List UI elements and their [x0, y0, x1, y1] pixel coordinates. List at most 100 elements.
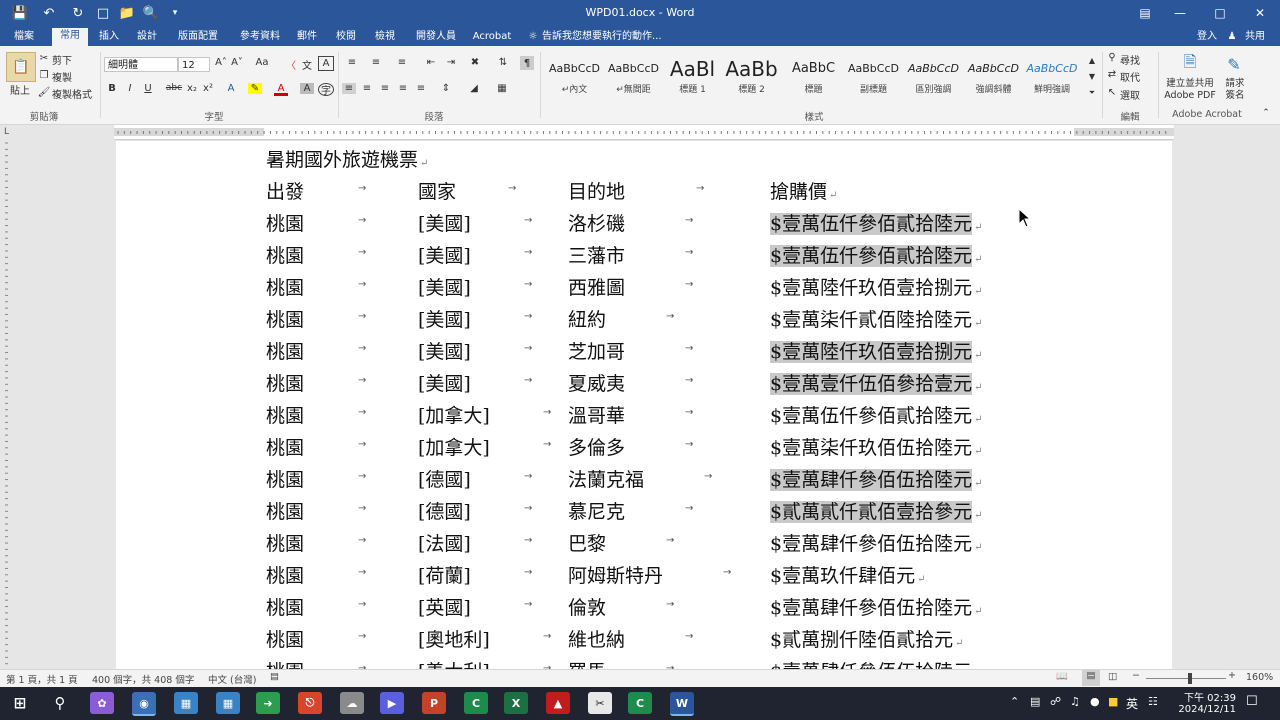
- request-signature-icon[interactable]: ✎: [1224, 54, 1244, 74]
- style-heading-1[interactable]: AaBl 標題 1: [663, 56, 722, 100]
- tab-selector-icon[interactable]: L: [4, 127, 14, 137]
- tab-developer[interactable]: 開發人員: [408, 29, 464, 46]
- row-price[interactable]: $貳萬貳仟貳佰壹拾參元 ↵: [770, 497, 982, 524]
- row-price[interactable]: $壹萬柒仟貳佰陸拾陸元 ↵: [770, 305, 982, 332]
- change-case-icon[interactable]: Aa: [252, 57, 272, 68]
- style-title[interactable]: AaBbC 標題: [784, 56, 843, 100]
- maximize-button[interactable]: □: [1205, 4, 1235, 22]
- copy-icon[interactable]: ❐: [38, 70, 50, 81]
- find-icon[interactable]: ⚲: [1106, 52, 1118, 63]
- cloud-icon[interactable]: ☁: [340, 692, 364, 714]
- style-emphasis[interactable]: AaBbCcD 強調斜體: [964, 56, 1023, 100]
- row-country[interactable]: [美國]: [418, 241, 471, 268]
- ime-toggle-icon[interactable]: ■: [1108, 695, 1118, 708]
- notifications-icon[interactable]: ☐: [1246, 694, 1258, 709]
- style-no-spacing[interactable]: AaBbCcD ↵無間距: [604, 56, 663, 100]
- column-header-country[interactable]: 國家: [418, 177, 456, 204]
- zoom-slider-track[interactable]: [1146, 678, 1226, 679]
- line-spacing-icon[interactable]: ⇕: [438, 83, 454, 94]
- clock-date[interactable]: 2024/12/11: [1176, 704, 1236, 715]
- shrink-font-icon[interactable]: A˅: [230, 57, 244, 68]
- format-painter-icon[interactable]: 🖌: [38, 87, 51, 98]
- video-app-icon[interactable]: ▶: [380, 692, 404, 714]
- show-formatting-marks-icon[interactable]: ¶: [520, 56, 534, 70]
- row-from[interactable]: 桃園: [266, 433, 304, 460]
- row-destination[interactable]: 三藩市: [568, 241, 625, 268]
- row-country[interactable]: [荷蘭]: [418, 561, 471, 588]
- zoom-out-icon[interactable]: −: [1132, 670, 1140, 681]
- row-destination[interactable]: 芝加哥: [568, 337, 625, 364]
- row-from[interactable]: 桃園: [266, 561, 304, 588]
- row-destination[interactable]: 多倫多: [568, 433, 625, 460]
- tab-acrobat[interactable]: Acrobat: [470, 29, 514, 46]
- excel-icon[interactable]: X: [504, 692, 528, 714]
- tab-design[interactable]: 設計: [131, 29, 163, 46]
- row-from[interactable]: 桃園: [266, 209, 304, 236]
- row-from[interactable]: 桃園: [266, 593, 304, 620]
- row-country[interactable]: [美國]: [418, 305, 471, 332]
- ime-language[interactable]: 英: [1126, 695, 1138, 712]
- row-country[interactable]: [加拿大]: [418, 433, 490, 460]
- zoom-level[interactable]: 160%: [1246, 672, 1273, 683]
- create-share-pdf-button[interactable]: 建立並共用 Adobe PDF: [1162, 78, 1218, 102]
- row-price[interactable]: $壹萬肆仟參佰伍拾陸元↵: [770, 657, 982, 669]
- microsoft-store-icon[interactable]: ▦: [174, 692, 198, 714]
- decrease-indent-icon[interactable]: ⇤: [424, 57, 438, 68]
- tab-home[interactable]: 常用: [52, 28, 88, 46]
- row-country[interactable]: [德國]: [418, 465, 471, 492]
- highlight-icon[interactable]: ✎: [248, 83, 262, 94]
- row-price[interactable]: $壹萬玖仟肆佰元 ↵: [770, 561, 925, 588]
- close-button[interactable]: ✕: [1245, 4, 1275, 22]
- font-color-icon[interactable]: A: [274, 83, 288, 96]
- tray-overflow-icon[interactable]: ⌃: [1010, 695, 1019, 708]
- row-price[interactable]: $壹萬陸仟玖佰壹拾捌元 ↵: [770, 337, 982, 364]
- paste-button[interactable]: 貼上: [6, 82, 34, 97]
- volume-icon[interactable]: ♫: [1070, 695, 1080, 708]
- row-price[interactable]: $壹萬壹仟伍佰參拾壹元 ↵: [770, 369, 982, 396]
- bold-icon[interactable]: B: [106, 83, 118, 94]
- column-header-from[interactable]: 出發: [266, 177, 304, 204]
- row-country[interactable]: [加拿大]: [418, 401, 490, 428]
- shading-icon[interactable]: ◢: [466, 83, 482, 94]
- zoom-in-icon[interactable]: +: [1228, 670, 1236, 681]
- style-heading-2[interactable]: AaBb 標題 2: [722, 56, 781, 100]
- row-country[interactable]: [義大利]: [418, 657, 490, 669]
- sign-in-link[interactable]: 登入: [1192, 29, 1222, 46]
- chinese-layout-icon[interactable]: ✖: [468, 57, 482, 68]
- row-from[interactable]: 桃園: [266, 273, 304, 300]
- row-from[interactable]: 桃園: [266, 465, 304, 492]
- row-price[interactable]: $貳萬捌仟陸佰貳拾元 ↵: [770, 625, 963, 652]
- row-from[interactable]: 桃園: [266, 529, 304, 556]
- underline-icon[interactable]: U: [142, 83, 154, 94]
- row-destination[interactable]: 維也納: [568, 625, 625, 652]
- row-price[interactable]: $壹萬伍仟參佰貳拾陸元 ↵: [770, 241, 982, 268]
- share-button[interactable]: 共用: [1240, 29, 1270, 46]
- zoom-slider-thumb[interactable]: [1188, 673, 1192, 684]
- clear-format-icon[interactable]: 〈: [284, 57, 298, 72]
- tell-me-search[interactable]: 告訴我您想要執行的動作...: [542, 29, 672, 46]
- tab-mailings[interactable]: 郵件: [292, 29, 322, 46]
- word-icon[interactable]: W: [670, 692, 694, 716]
- styles-more-icon[interactable]: ⏷: [1086, 88, 1098, 98]
- row-country[interactable]: [美國]: [418, 209, 471, 236]
- replace-icon[interactable]: ⇄: [1106, 69, 1118, 80]
- character-shading-icon[interactable]: A: [300, 83, 314, 94]
- font-name-combo[interactable]: 細明體: [104, 57, 178, 72]
- bullets-icon[interactable]: ≡: [344, 57, 360, 68]
- style-intense-emphasis[interactable]: AaBbCcD 鮮明強調: [1024, 56, 1080, 100]
- find-button[interactable]: 尋找: [1120, 52, 1150, 67]
- column-header-price[interactable]: 搶購價 ↵: [770, 177, 837, 204]
- row-price[interactable]: $壹萬伍仟參佰貳拾陸元 ↵: [770, 401, 982, 428]
- row-from[interactable]: 桃園: [266, 369, 304, 396]
- row-destination[interactable]: 法蘭克福: [568, 465, 644, 492]
- macro-record-icon[interactable]: ▤: [270, 671, 279, 682]
- print-layout-icon[interactable]: ▤: [1082, 670, 1100, 686]
- row-from[interactable]: 桃園: [266, 625, 304, 652]
- align-left-icon[interactable]: ≡: [342, 83, 356, 94]
- tab-insert[interactable]: 插入: [93, 29, 125, 46]
- document-heading[interactable]: 暑期國外旅遊機票 ↵: [266, 145, 428, 172]
- language-indicator[interactable]: 中文 (台灣): [208, 672, 256, 686]
- row-country[interactable]: [德國]: [418, 497, 471, 524]
- copilot-icon[interactable]: ✿: [90, 692, 114, 714]
- camtasia-recorder-icon[interactable]: C: [628, 692, 652, 714]
